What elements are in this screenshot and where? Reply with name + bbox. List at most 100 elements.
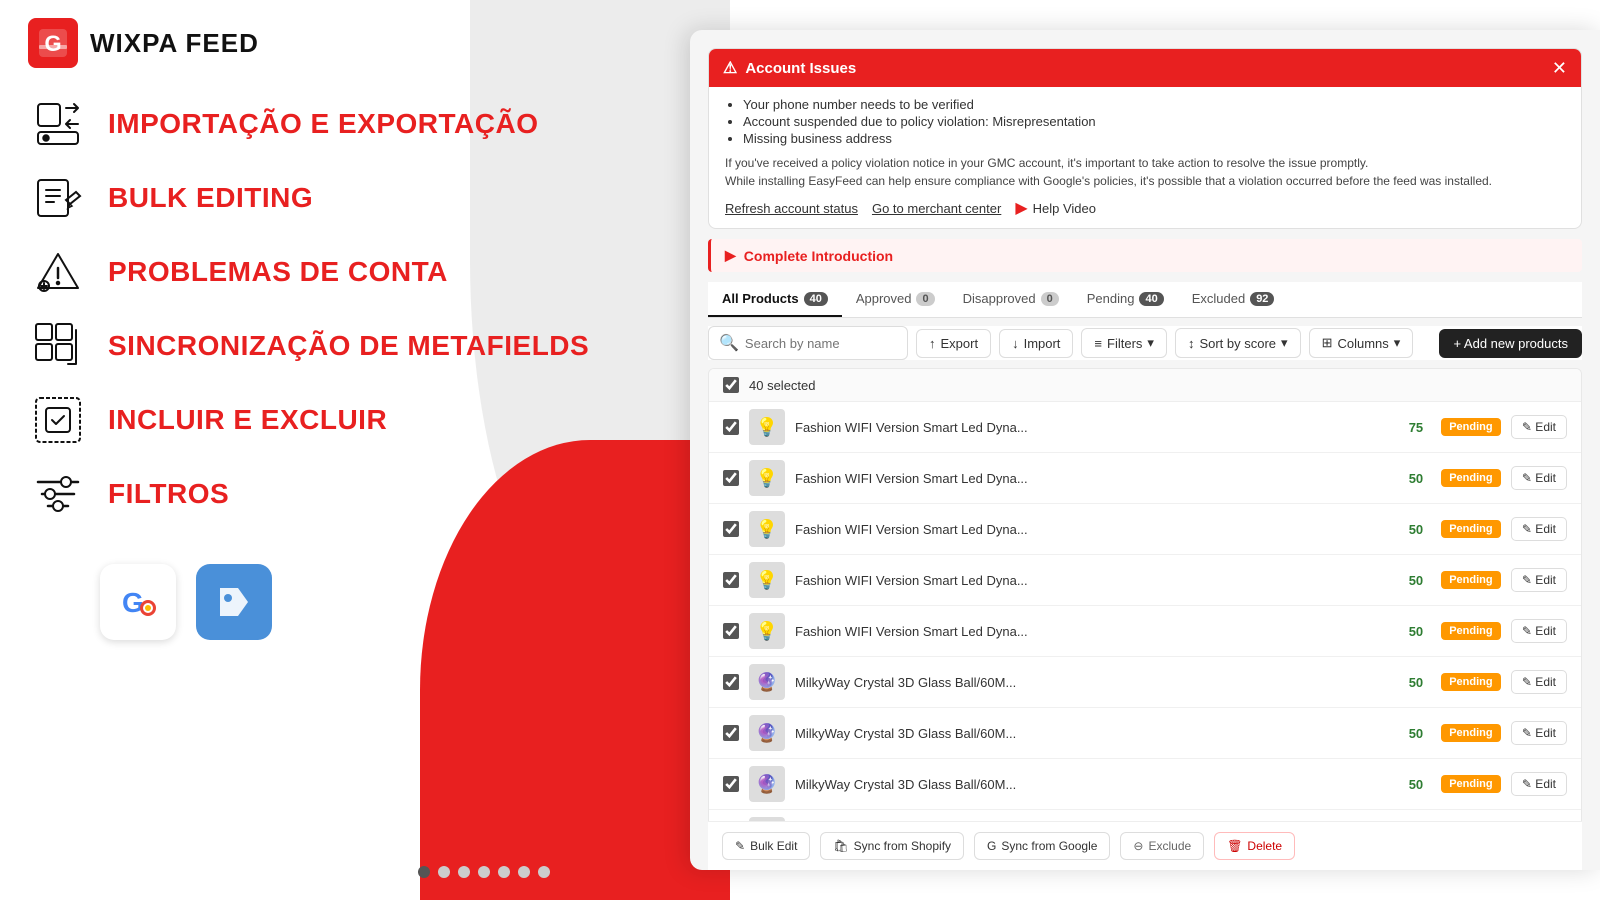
dot-5[interactable] bbox=[498, 866, 510, 878]
complete-intro-bar[interactable]: ▶ Complete Introduction bbox=[708, 239, 1582, 272]
edit-button-2[interactable]: ✎ Edit bbox=[1511, 466, 1567, 490]
row-checkbox-3[interactable] bbox=[723, 521, 739, 537]
status-2: Pending bbox=[1441, 469, 1501, 487]
score-1: 75 bbox=[1401, 420, 1431, 435]
sidebar-label-include-exclude: INCLUIR E EXCLUIR bbox=[108, 404, 387, 436]
youtube-icon: ▶ bbox=[1015, 198, 1027, 218]
import-button[interactable]: ↓ Import bbox=[999, 329, 1073, 358]
tab-all-badge: 40 bbox=[804, 292, 828, 306]
nav-list: IMPORTAÇÃO E EXPORTAÇÃO BULK EDITING bbox=[0, 86, 730, 522]
issues-list: Your phone number needs to be verified A… bbox=[725, 97, 1565, 146]
alert-icon bbox=[30, 244, 86, 300]
columns-chevron-icon: ▾ bbox=[1394, 335, 1401, 351]
dot-1[interactable] bbox=[418, 866, 430, 878]
delete-label: Delete bbox=[1247, 839, 1282, 853]
product-thumb-4: 💡 bbox=[749, 562, 785, 598]
sidebar-item-include-exclude[interactable]: INCLUIR E EXCLUIR bbox=[30, 392, 730, 448]
sidebar-label-account-issues: PROBLEMAS DE CONTA bbox=[108, 256, 448, 288]
include-exclude-icon bbox=[30, 392, 86, 448]
filters-button[interactable]: ≡ Filters ▾ bbox=[1081, 328, 1167, 358]
help-video-label: Help Video bbox=[1033, 201, 1096, 216]
tab-approved[interactable]: Approved 0 bbox=[842, 282, 949, 317]
tab-disapproved[interactable]: Disapproved 0 bbox=[949, 282, 1073, 317]
issue-item-3: Missing business address bbox=[743, 131, 1565, 146]
status-1: Pending bbox=[1441, 418, 1501, 436]
close-issues-button[interactable]: ✕ bbox=[1552, 59, 1567, 77]
filters-icon bbox=[30, 466, 86, 522]
product-name-2: Fashion WIFI Version Smart Led Dyna... bbox=[795, 471, 1391, 486]
dot-2[interactable] bbox=[438, 866, 450, 878]
dot-3[interactable] bbox=[458, 866, 470, 878]
table-row: 🔮 MilkyWay Crystal 3D Glass Ball/60M... … bbox=[709, 708, 1581, 759]
sort-button[interactable]: ↕ Sort by score ▾ bbox=[1175, 328, 1301, 358]
score-6: 50 bbox=[1401, 675, 1431, 690]
bulk-edit-button[interactable]: ✎ Bulk Edit bbox=[722, 832, 810, 860]
refresh-account-button[interactable]: Refresh account status bbox=[725, 201, 858, 216]
svg-text:G: G bbox=[44, 31, 61, 56]
edit-button-4[interactable]: ✎ Edit bbox=[1511, 568, 1567, 592]
merchant-center-button[interactable]: Go to merchant center bbox=[872, 201, 1001, 216]
partner-logos: G bbox=[0, 540, 730, 640]
filters-chevron-icon: ▾ bbox=[1147, 335, 1154, 351]
help-video-button[interactable]: ▶ Help Video bbox=[1015, 198, 1096, 218]
tab-pending[interactable]: Pending 40 bbox=[1073, 282, 1178, 317]
table-row: 💡 Fashion WIFI Version Smart Led Dyna...… bbox=[709, 453, 1581, 504]
edit-button-6[interactable]: ✎ Edit bbox=[1511, 670, 1567, 694]
edit-button-7[interactable]: ✎ Edit bbox=[1511, 721, 1567, 745]
sidebar-label-bulk-editing: BULK EDITING bbox=[108, 182, 313, 214]
delete-button[interactable]: 🗑 Delete bbox=[1214, 832, 1295, 860]
status-4: Pending bbox=[1441, 571, 1501, 589]
product-name-4: Fashion WIFI Version Smart Led Dyna... bbox=[795, 573, 1391, 588]
dot-7[interactable] bbox=[538, 866, 550, 878]
logo-box: G bbox=[28, 18, 78, 68]
row-checkbox-8[interactable] bbox=[723, 776, 739, 792]
product-thumb-6: 🔮 bbox=[749, 664, 785, 700]
row-checkbox-7[interactable] bbox=[723, 725, 739, 741]
product-name-7: MilkyWay Crystal 3D Glass Ball/60M... bbox=[795, 726, 1391, 741]
search-box[interactable]: 🔍 bbox=[708, 326, 908, 360]
product-thumb-7: 🔮 bbox=[749, 715, 785, 751]
issue-item-2: Account suspended due to policy violatio… bbox=[743, 114, 1565, 129]
score-5: 50 bbox=[1401, 624, 1431, 639]
exclude-button[interactable]: ⊖ Exclude bbox=[1120, 832, 1204, 860]
sidebar-item-import-export[interactable]: IMPORTAÇÃO E EXPORTAÇÃO bbox=[30, 96, 730, 152]
export-button[interactable]: ↑ Export bbox=[916, 329, 991, 358]
sidebar-item-filters[interactable]: FILTROS bbox=[30, 466, 730, 522]
toolbar: 🔍 ↑ Export ↓ Import ≡ Filters ▾ ↕ Sort b… bbox=[708, 326, 1582, 360]
complete-intro-label: Complete Introduction bbox=[744, 248, 893, 264]
edit-button-3[interactable]: ✎ Edit bbox=[1511, 517, 1567, 541]
score-8: 50 bbox=[1401, 777, 1431, 792]
add-products-button[interactable]: + Add new products bbox=[1439, 329, 1582, 358]
google-sync-icon: G bbox=[987, 839, 996, 853]
products-table: 40 selected 💡 Fashion WIFI Version Smart… bbox=[708, 368, 1582, 870]
sidebar-item-metafields[interactable]: SINCRONIZAÇÃO DE METAFIELDS bbox=[30, 318, 730, 374]
score-3: 50 bbox=[1401, 522, 1431, 537]
columns-button[interactable]: ⊞ Columns ▾ bbox=[1309, 328, 1414, 358]
sidebar-item-account-issues[interactable]: PROBLEMAS DE CONTA bbox=[30, 244, 730, 300]
tab-excluded[interactable]: Excluded 92 bbox=[1178, 282, 1289, 317]
sync-google-button[interactable]: G Sync from Google bbox=[974, 832, 1110, 860]
sync-shopify-button[interactable]: 🛍 Sync from Shopify bbox=[820, 832, 964, 860]
tab-disapproved-label: Disapproved bbox=[963, 291, 1036, 306]
header: G WIXPA FEED bbox=[0, 0, 730, 86]
brand-name: WIXPA FEED bbox=[90, 28, 259, 59]
issues-actions: Refresh account status Go to merchant ce… bbox=[725, 198, 1565, 218]
table-row: 🔮 MilkyWay Crystal 3D Glass Ball/60M... … bbox=[709, 759, 1581, 810]
edit-button-8[interactable]: ✎ Edit bbox=[1511, 772, 1567, 796]
issues-header-left: ⚠ Account Issues bbox=[723, 58, 856, 78]
product-name-3: Fashion WIFI Version Smart Led Dyna... bbox=[795, 522, 1391, 537]
tab-approved-badge: 0 bbox=[916, 292, 934, 306]
dot-4[interactable] bbox=[478, 866, 490, 878]
status-6: Pending bbox=[1441, 673, 1501, 691]
sidebar-item-bulk-editing[interactable]: BULK EDITING bbox=[30, 170, 730, 226]
table-row: 💡 Fashion WIFI Version Smart Led Dyna...… bbox=[709, 402, 1581, 453]
exclude-label: Exclude bbox=[1148, 839, 1191, 853]
edit-button-5[interactable]: ✎ Edit bbox=[1511, 619, 1567, 643]
edit-button-1[interactable]: ✎ Edit bbox=[1511, 415, 1567, 439]
table-row: 💡 Fashion WIFI Version Smart Led Dyna...… bbox=[709, 606, 1581, 657]
tab-excluded-badge: 92 bbox=[1250, 292, 1274, 306]
selected-count: 40 selected bbox=[749, 378, 816, 393]
row-checkbox-6[interactable] bbox=[723, 674, 739, 690]
search-input[interactable] bbox=[745, 336, 897, 351]
dot-6[interactable] bbox=[518, 866, 530, 878]
